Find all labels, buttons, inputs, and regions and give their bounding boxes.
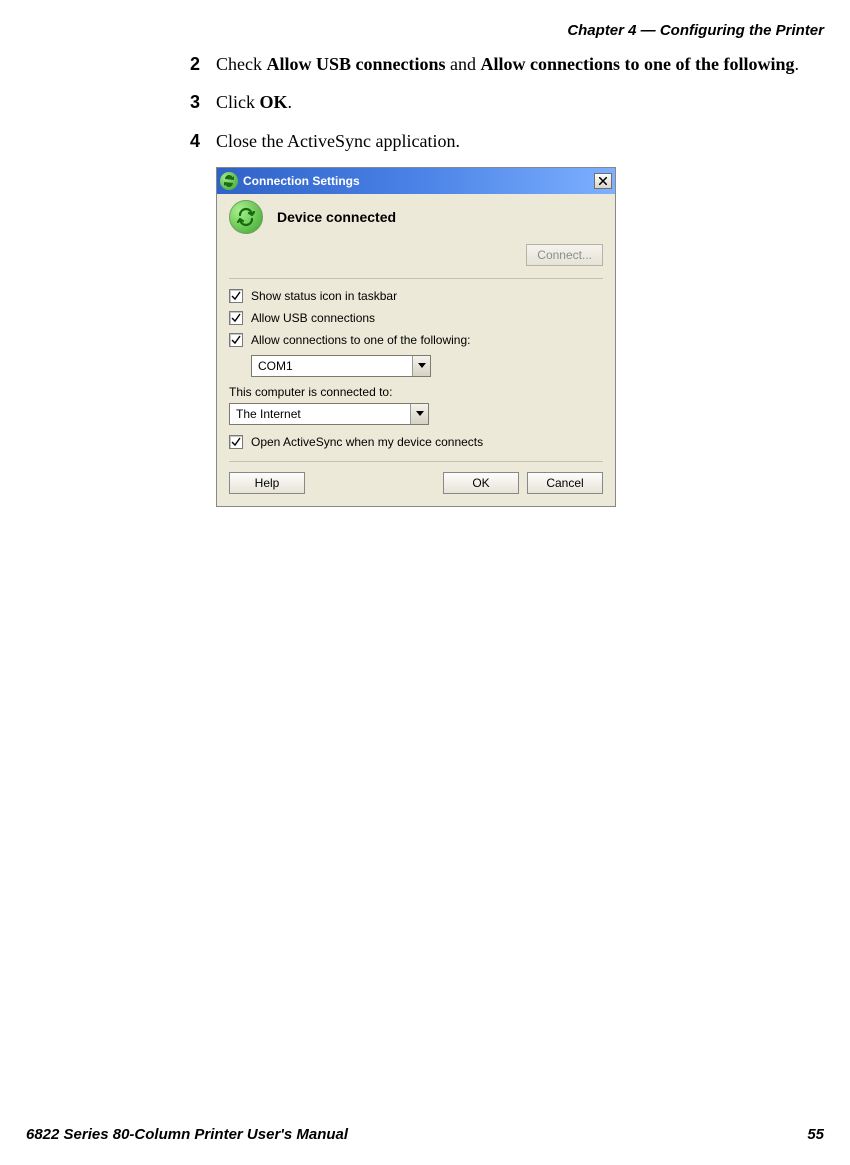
step-text: Check Allow USB connections and Allow co…: [216, 52, 820, 76]
step-3: 3 Click OK.: [190, 90, 820, 114]
close-icon: [599, 177, 607, 185]
connected-to-label: This computer is connected to:: [229, 385, 603, 399]
bold-text: OK: [260, 92, 288, 112]
text: and: [446, 54, 481, 74]
close-button[interactable]: [594, 173, 612, 189]
checkbox-row-open-activesync[interactable]: Open ActiveSync when my device connects: [229, 435, 603, 449]
checkbox-row-allow-connections[interactable]: Allow connections to one of the followin…: [229, 333, 603, 347]
help-button[interactable]: Help: [229, 472, 305, 494]
step-text: Close the ActiveSync application.: [216, 129, 820, 153]
select-value: COM1: [252, 359, 412, 373]
sync-icon: [220, 172, 238, 190]
checkbox[interactable]: [229, 333, 243, 347]
checkbox-label: Show status icon in taskbar: [251, 289, 397, 303]
bold-text: Allow USB connections: [266, 54, 445, 74]
checkbox[interactable]: [229, 311, 243, 325]
chevron-down-icon[interactable]: [410, 404, 428, 424]
checkbox-label: Open ActiveSync when my device connects: [251, 435, 483, 449]
select-value: The Internet: [230, 407, 410, 421]
refresh-icon: [229, 200, 263, 234]
separator: [229, 461, 603, 462]
status-row: Device connected: [229, 198, 603, 244]
step-text: Click OK.: [216, 90, 820, 114]
button-row: Help OK Cancel: [229, 472, 603, 494]
connected-to-select[interactable]: The Internet: [229, 403, 429, 425]
chapter-header: Chapter 4 — Configuring the Printer: [567, 22, 824, 39]
step-2: 2 Check Allow USB connections and Allow …: [190, 52, 820, 76]
check-icon: [231, 313, 241, 323]
bold-text: Allow connections to one of the followin…: [481, 54, 795, 74]
connect-button: Connect...: [526, 244, 603, 266]
text: .: [288, 92, 293, 112]
com-port-select[interactable]: COM1: [251, 355, 431, 377]
checkbox-label: Allow USB connections: [251, 311, 375, 325]
chevron-down-icon[interactable]: [412, 356, 430, 376]
text: Check: [216, 54, 266, 74]
text: Close the ActiveSync application.: [216, 131, 460, 151]
footer-title: 6822 Series 80-Column Printer User's Man…: [26, 1126, 348, 1143]
content-area: 2 Check Allow USB connections and Allow …: [190, 52, 820, 507]
separator: [229, 278, 603, 279]
cancel-button[interactable]: Cancel: [527, 472, 603, 494]
text: .: [795, 54, 800, 74]
step-number: 3: [190, 90, 216, 114]
check-icon: [231, 291, 241, 301]
connection-settings-dialog: Connection Settings Device connected Con…: [216, 167, 616, 507]
ok-button[interactable]: OK: [443, 472, 519, 494]
checkbox[interactable]: [229, 289, 243, 303]
checkbox-row-status-icon[interactable]: Show status icon in taskbar: [229, 289, 603, 303]
page-footer: 6822 Series 80-Column Printer User's Man…: [26, 1126, 824, 1143]
checkbox-label: Allow connections to one of the followin…: [251, 333, 470, 347]
titlebar[interactable]: Connection Settings: [217, 168, 615, 194]
check-icon: [231, 335, 241, 345]
checkbox-row-allow-usb[interactable]: Allow USB connections: [229, 311, 603, 325]
page-number: 55: [807, 1126, 824, 1143]
spacer: [313, 472, 435, 494]
check-icon: [231, 437, 241, 447]
status-text: Device connected: [277, 209, 396, 225]
dialog-title: Connection Settings: [243, 174, 360, 188]
dialog-body: Device connected Connect... Show status …: [217, 194, 615, 506]
step-number: 2: [190, 52, 216, 76]
text: Click: [216, 92, 260, 112]
step-4: 4 Close the ActiveSync application.: [190, 129, 820, 153]
checkbox[interactable]: [229, 435, 243, 449]
step-number: 4: [190, 129, 216, 153]
